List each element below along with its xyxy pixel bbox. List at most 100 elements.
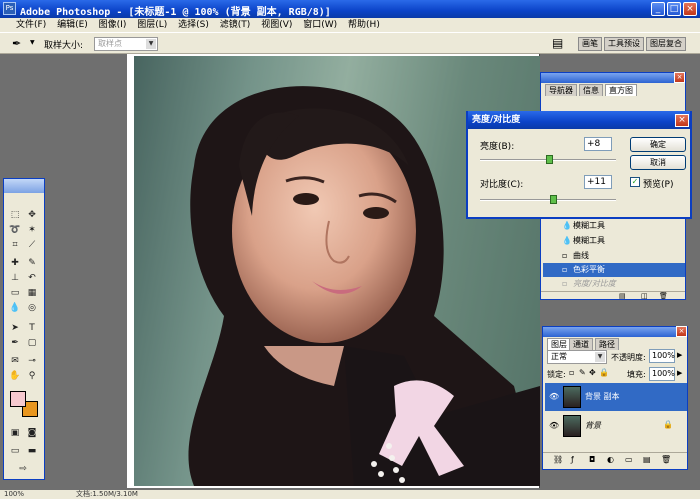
layer-row[interactable]: 👁 背景 🔒 (545, 412, 687, 440)
clone-stamp-icon[interactable]: ⊥ (8, 272, 22, 285)
menu-select[interactable]: 选择(S) (174, 18, 213, 32)
layer-style-icon[interactable]: ƒ (571, 455, 574, 464)
menu-file[interactable]: 文件(F) (0, 18, 50, 32)
quick-mask-icon[interactable]: ◙ (25, 427, 39, 440)
close-icon[interactable]: × (674, 72, 685, 83)
eye-icon[interactable]: 👁 (549, 421, 559, 430)
chevron-down-icon[interactable]: ▼ (30, 39, 35, 46)
fill-input[interactable]: 100% (649, 367, 675, 381)
trash-icon[interactable]: 🗑 (659, 292, 668, 300)
layers-palette: × 图层 通道 路径 正常 ▼ 不透明度: 100% ▶ 锁定: ▫ ✎ ✥ 🔒 … (542, 326, 688, 470)
blend-mode-select[interactable]: 正常 ▼ (547, 350, 607, 364)
chevron-right-icon[interactable]: ▶ (677, 351, 682, 359)
cancel-button[interactable]: 取消 (630, 155, 686, 170)
eraser-tool-icon[interactable]: ▭ (8, 287, 22, 300)
gradient-tool-icon[interactable]: ▦ (25, 287, 39, 300)
screen-mode-icon[interactable]: ▭ (8, 445, 22, 458)
status-bar: 100% 文档:1.50M/3.10M (0, 490, 700, 499)
marquee-tool-icon[interactable]: ⬚ (8, 209, 22, 222)
menu-layer[interactable]: 图层(L) (133, 18, 171, 32)
lock-pixels-icon[interactable]: ✎ (579, 368, 586, 377)
palette-well-tool-presets[interactable]: 工具预设 (604, 37, 644, 51)
contrast-input[interactable]: +11 (584, 175, 612, 189)
palette-well-brushes[interactable]: 画笔 (578, 37, 602, 51)
notes-tool-icon[interactable]: ✉ (8, 355, 22, 368)
crop-tool-icon[interactable]: ⌗ (8, 239, 22, 252)
blur-tool-icon[interactable]: 💧 (8, 302, 22, 315)
layer-row-selected[interactable]: 👁 背景 副本 (545, 383, 687, 411)
layer-name: 背景 副本 (585, 392, 620, 401)
eye-icon[interactable]: 👁 (549, 392, 559, 401)
lasso-tool-icon[interactable]: ➰ (8, 224, 22, 237)
history-palette-caption[interactable] (541, 73, 685, 83)
menu-image[interactable]: 图像(I) (95, 18, 131, 32)
shape-tool-icon[interactable]: ▢ (25, 337, 39, 350)
new-group-icon[interactable]: ▭ (625, 455, 633, 464)
opacity-input[interactable]: 100% (649, 349, 675, 363)
eyedropper-icon[interactable]: ✒ (12, 37, 21, 50)
preview-checkbox[interactable]: ✓ (630, 177, 640, 187)
path-select-icon[interactable]: ➤ (8, 322, 22, 335)
history-item[interactable]: ▫ 曲线 (543, 249, 685, 263)
tab-info[interactable]: 信息 (579, 84, 603, 96)
close-icon[interactable]: × (675, 114, 689, 127)
contrast-slider[interactable] (480, 199, 616, 201)
sample-size-select[interactable]: 取样点 ▼ (94, 37, 158, 51)
menu-help[interactable]: 帮助(H) (344, 18, 384, 32)
pen-tool-icon[interactable]: ✒ (8, 337, 22, 350)
lock-all-icon[interactable]: 🔒 (599, 368, 609, 377)
dodge-tool-icon[interactable]: ◎ (25, 302, 39, 315)
healing-brush-icon[interactable]: ✚ (8, 257, 22, 270)
menu-edit[interactable]: 编辑(E) (53, 18, 92, 32)
new-layer-icon[interactable]: ▤ (643, 455, 651, 464)
chevron-right-icon[interactable]: ▶ (677, 369, 682, 377)
tab-navigator[interactable]: 导航器 (545, 84, 577, 96)
menu-view[interactable]: 视图(V) (257, 18, 296, 32)
toolbox-header[interactable] (4, 179, 44, 193)
move-tool-icon[interactable]: ✥ (25, 209, 39, 222)
maximize-button[interactable]: □ (667, 2, 681, 16)
zoom-tool-icon[interactable]: ⚲ (25, 370, 39, 383)
history-item[interactable]: 💧 模糊工具 (543, 234, 685, 248)
brightness-input[interactable]: +8 (584, 137, 612, 151)
menu-filter[interactable]: 滤镜(T) (216, 18, 255, 32)
zoom-level[interactable]: 100% (4, 490, 24, 499)
history-brush-icon[interactable]: ↶ (25, 272, 39, 285)
close-button[interactable]: × (683, 2, 697, 16)
fullscreen-mode-icon[interactable]: ▬ (25, 445, 39, 458)
standard-mode-icon[interactable]: ▣ (8, 427, 22, 440)
photoshop-app-icon[interactable]: Ps (3, 2, 16, 15)
hand-tool-icon[interactable]: ✋ (8, 370, 22, 383)
tab-channels[interactable]: 通道 (569, 338, 593, 350)
trash-icon[interactable]: 🗑 (661, 455, 671, 464)
menu-window[interactable]: 窗口(W) (299, 18, 341, 32)
jump-to-imageready-icon[interactable]: ⇨ (16, 463, 30, 476)
contrast-slider-knob[interactable] (550, 195, 557, 204)
history-item[interactable]: 💧 模糊工具 (543, 219, 685, 233)
tab-layers[interactable]: 图层 (547, 338, 571, 350)
snapshot-icon[interactable]: ◫ (641, 292, 648, 300)
adjustment-layer-icon[interactable]: ◐ (607, 455, 614, 464)
link-icon[interactable]: ⛓ (553, 455, 563, 464)
palette-well-layer-comps[interactable]: 图层复合 (646, 37, 686, 51)
file-browser-icon[interactable]: ▤ (552, 36, 563, 50)
lock-position-icon[interactable]: ✥ (589, 368, 596, 377)
layers-palette-caption[interactable] (543, 327, 687, 337)
eyedropper-tool-icon[interactable]: ⊸ (25, 355, 39, 368)
close-icon[interactable]: × (676, 326, 687, 337)
slice-tool-icon[interactable]: ⟋ (25, 239, 39, 252)
history-item-selected[interactable]: ▫ 色彩平衡 (543, 263, 685, 277)
ok-button[interactable]: 确定 (630, 137, 686, 152)
foreground-color-swatch[interactable] (10, 391, 26, 407)
tab-histogram[interactable]: 直方图 (605, 84, 637, 96)
new-document-icon[interactable]: ▤ (619, 292, 626, 300)
minimize-button[interactable]: _ (651, 2, 665, 16)
type-tool-icon[interactable]: T (25, 322, 39, 335)
tab-paths[interactable]: 路径 (595, 338, 619, 350)
brush-tool-icon[interactable]: ✎ (25, 257, 39, 270)
magic-wand-icon[interactable]: ✶ (25, 224, 39, 237)
brightness-slider-knob[interactable] (546, 155, 553, 164)
lock-transparent-icon[interactable]: ▫ (569, 368, 574, 377)
layer-mask-icon[interactable]: ◘ (589, 455, 595, 464)
history-item-dimmed[interactable]: ▫ 亮度/对比度 (543, 277, 685, 291)
